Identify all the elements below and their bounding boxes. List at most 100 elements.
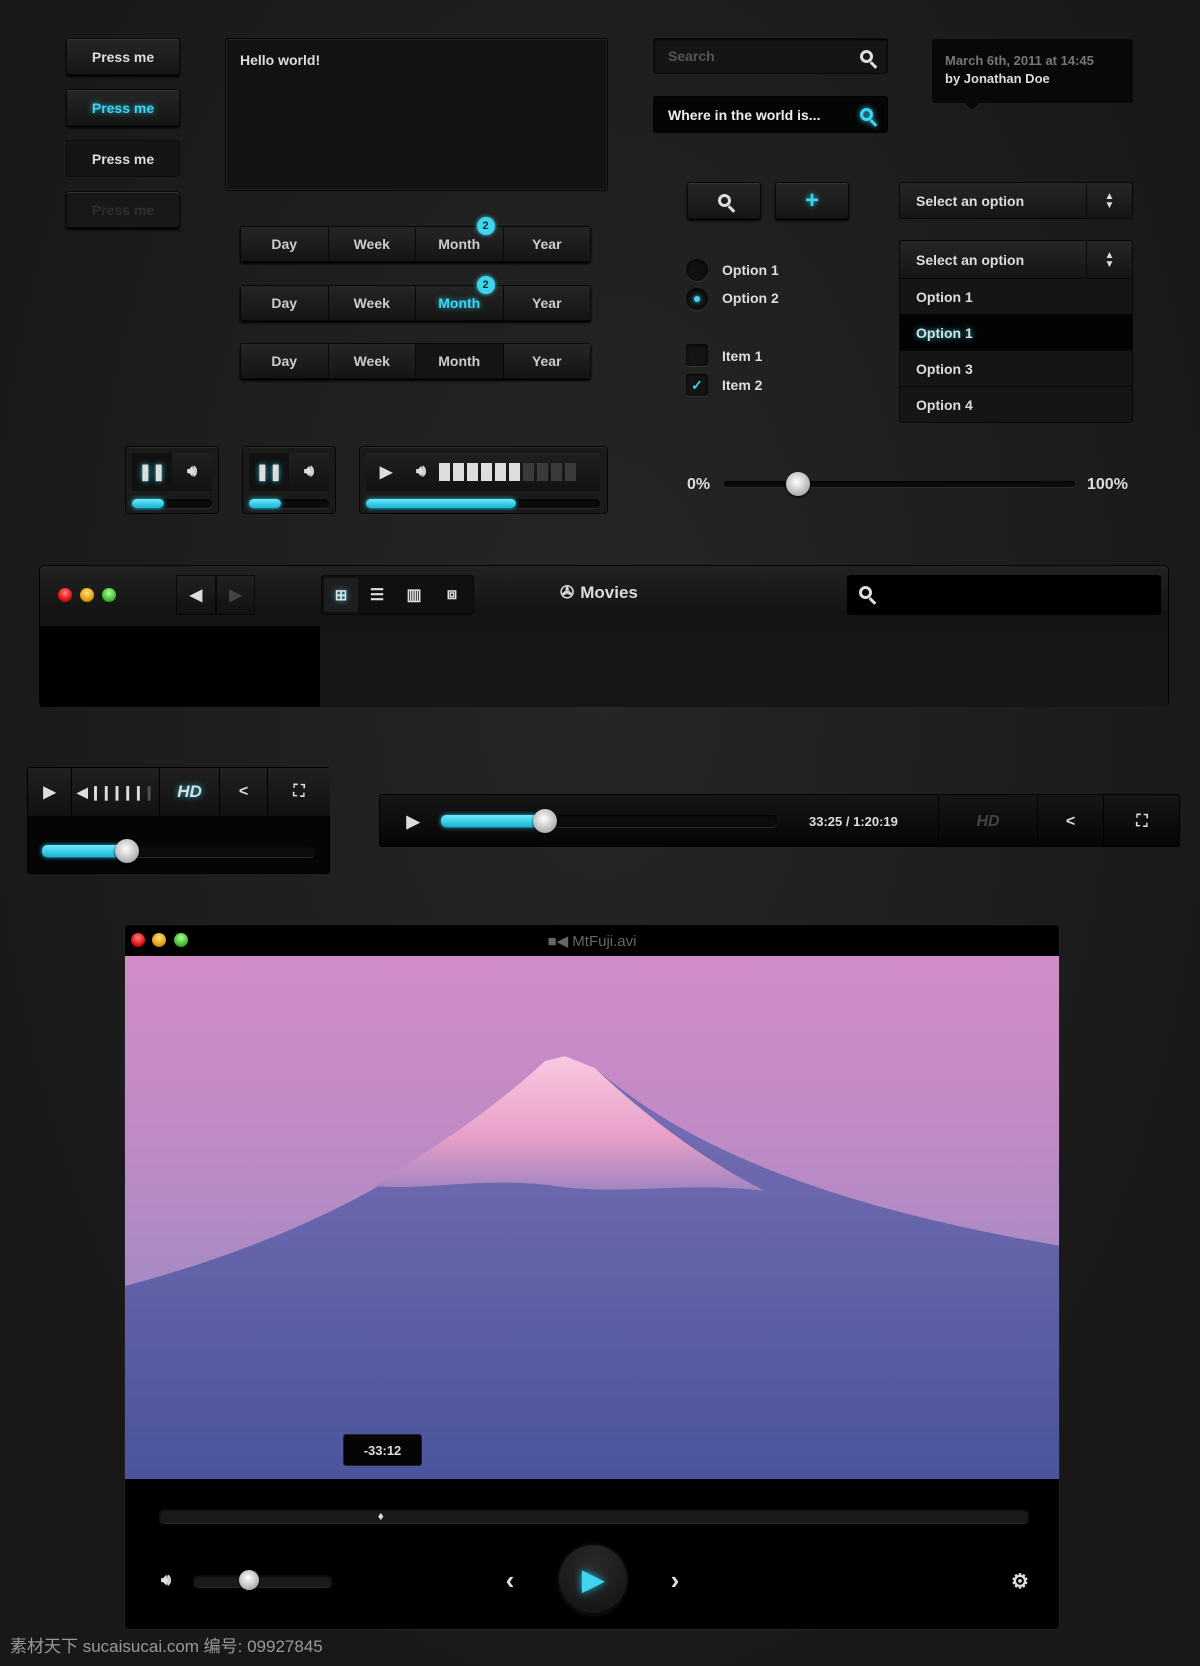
pause-button[interactable]: ❚❚ [249,453,289,491]
seg-label: Day [271,236,298,252]
progress-knob[interactable] [533,809,558,833]
share-button[interactable]: < [220,768,268,816]
scrubber[interactable] [159,1509,1029,1523]
tooltip-date: March 6th, 2011 at 14:45 [945,53,1094,68]
seg-day[interactable]: Day [241,344,329,378]
updown-arrows-icon: ▲ ▼ [1086,241,1132,278]
volume-control[interactable]: ◀ ❙❙❙❙❙ ❙ [72,768,160,816]
gear-icon[interactable]: ⚙ [1005,1566,1035,1596]
coverflow-view-button[interactable]: ⧈ [434,578,470,612]
volume-bar[interactable] [481,463,493,481]
hd-button[interactable]: HD [160,768,220,816]
finder-search-input[interactable] [847,575,1161,615]
seg-month[interactable]: Month 2 [416,276,504,320]
volume-bar[interactable] [467,463,479,481]
video-camera-icon: ■◀ [547,933,573,950]
segmented-control[interactable]: Day Week Month 2 Year [240,276,591,321]
forward-button[interactable]: ▶ [216,575,255,615]
option-item[interactable]: Option 1 [900,278,1132,314]
add-button[interactable]: + [775,182,849,219]
volume-bar[interactable] [509,463,521,481]
scrub-marker[interactable]: ♦ [376,1509,386,1523]
play-button[interactable]: ▶ [398,795,428,848]
seg-year[interactable]: Year [503,227,590,261]
option-item[interactable]: Option 3 [900,350,1132,386]
seg-week[interactable]: Week [328,286,416,320]
volume-bar[interactable] [439,463,451,481]
slider-track[interactable] [724,481,1075,487]
search-input[interactable]: Search [653,38,888,74]
seg-day[interactable]: Day [241,227,329,261]
list-view-button[interactable]: ☰ [360,578,394,612]
volume-bar[interactable] [551,463,563,481]
search-button[interactable] [687,182,761,219]
fullscreen-button[interactable]: ⛶ [1103,795,1180,848]
player-small: ▶ ◀ ❙❙❙❙❙ ❙ HD < ⛶ [27,767,330,874]
play-button[interactable]: ▶ [366,453,406,491]
volume-button[interactable]: 🔊︎ [172,453,212,491]
volume-slider[interactable] [193,1575,332,1587]
segmented-control[interactable]: Day Week Month 2 Year [240,217,591,262]
back-button[interactable]: ◀ [176,575,216,615]
seg-month[interactable]: Month 2 [416,217,504,261]
select-value: Select an option [916,192,1025,209]
volume-control[interactable]: 🔊︎ [406,453,600,491]
volume-button[interactable]: 🔊︎ [289,453,329,491]
seg-label: Day [271,295,298,311]
press-me-button-hover[interactable]: Press me [66,89,180,126]
search-icon[interactable] [860,49,873,63]
search-icon[interactable] [860,108,873,121]
icon-view-button[interactable]: ⊞ [324,578,358,612]
search-input-active[interactable]: Where in the world is... [653,96,888,133]
volume-icon[interactable]: 🔊︎ [151,1568,181,1594]
option-item-highlighted[interactable]: Option 1 [900,314,1132,350]
previous-button[interactable]: ‹ [495,1565,525,1595]
pause-button[interactable]: ❚❚ [132,453,172,491]
volume-knob[interactable] [238,1570,259,1590]
option-item[interactable]: Option 4 [900,386,1132,422]
checkbox-item-2[interactable]: ✓ [686,374,708,396]
radio-option-2[interactable] [686,288,708,310]
zoom-button[interactable] [102,588,116,602]
volume-bar[interactable] [523,463,535,481]
volume-bar[interactable] [537,463,549,481]
seg-year[interactable]: Year [503,286,590,320]
volume-bar[interactable] [453,463,465,481]
slider-knob[interactable] [785,472,810,496]
seg-day[interactable]: Day [241,286,329,320]
seg-month[interactable]: Month [416,344,504,378]
progress-fill [249,499,281,508]
select-header[interactable]: Select an option ▲ ▼ [900,241,1132,278]
window-title: ■◀ MtFuji.avi [125,932,1059,950]
progress-bar[interactable] [132,499,212,508]
checkbox-item-1[interactable] [686,344,708,366]
close-button[interactable] [58,588,72,602]
next-button[interactable]: › [660,1565,690,1595]
play-button[interactable]: ▶ [559,1545,627,1613]
time-display: 33:25 / 1:20:19 [809,814,898,829]
volume-bar[interactable] [565,463,577,481]
progress-bar[interactable] [366,499,600,508]
share-button[interactable]: < [1037,795,1103,848]
select-dropdown[interactable]: Select an option ▲ ▼ [899,182,1133,219]
press-me-button[interactable]: Press me [66,38,180,75]
textarea[interactable]: Hello world! [225,38,608,191]
play-button[interactable]: ▶ [28,768,72,816]
seg-week[interactable]: Week [328,227,416,261]
column-view-button[interactable]: ▥ [396,578,432,612]
progress-bar[interactable] [249,499,329,508]
select-open[interactable]: Select an option ▲ ▼ Option 1 Option 1 Opt… [899,240,1133,423]
segmented-control[interactable]: Day Week Month Year [240,343,591,379]
press-me-button-pressed[interactable]: Press me [66,140,180,177]
minimize-button[interactable] [80,588,94,602]
hd-button[interactable]: HD [938,795,1037,848]
progress-bar[interactable] [42,845,315,857]
radio-option-1[interactable] [686,259,708,281]
seg-year[interactable]: Year [503,344,590,378]
progress-bar[interactable] [441,815,777,827]
volume-bar[interactable] [495,463,507,481]
progress-knob[interactable] [114,839,139,863]
seg-week[interactable]: Week [328,344,416,378]
finder-window: ◀ ▶ ⊞ ☰ ▥ ⧈ ✇ Movies [39,565,1169,707]
fullscreen-button[interactable]: ⛶ [268,768,330,816]
